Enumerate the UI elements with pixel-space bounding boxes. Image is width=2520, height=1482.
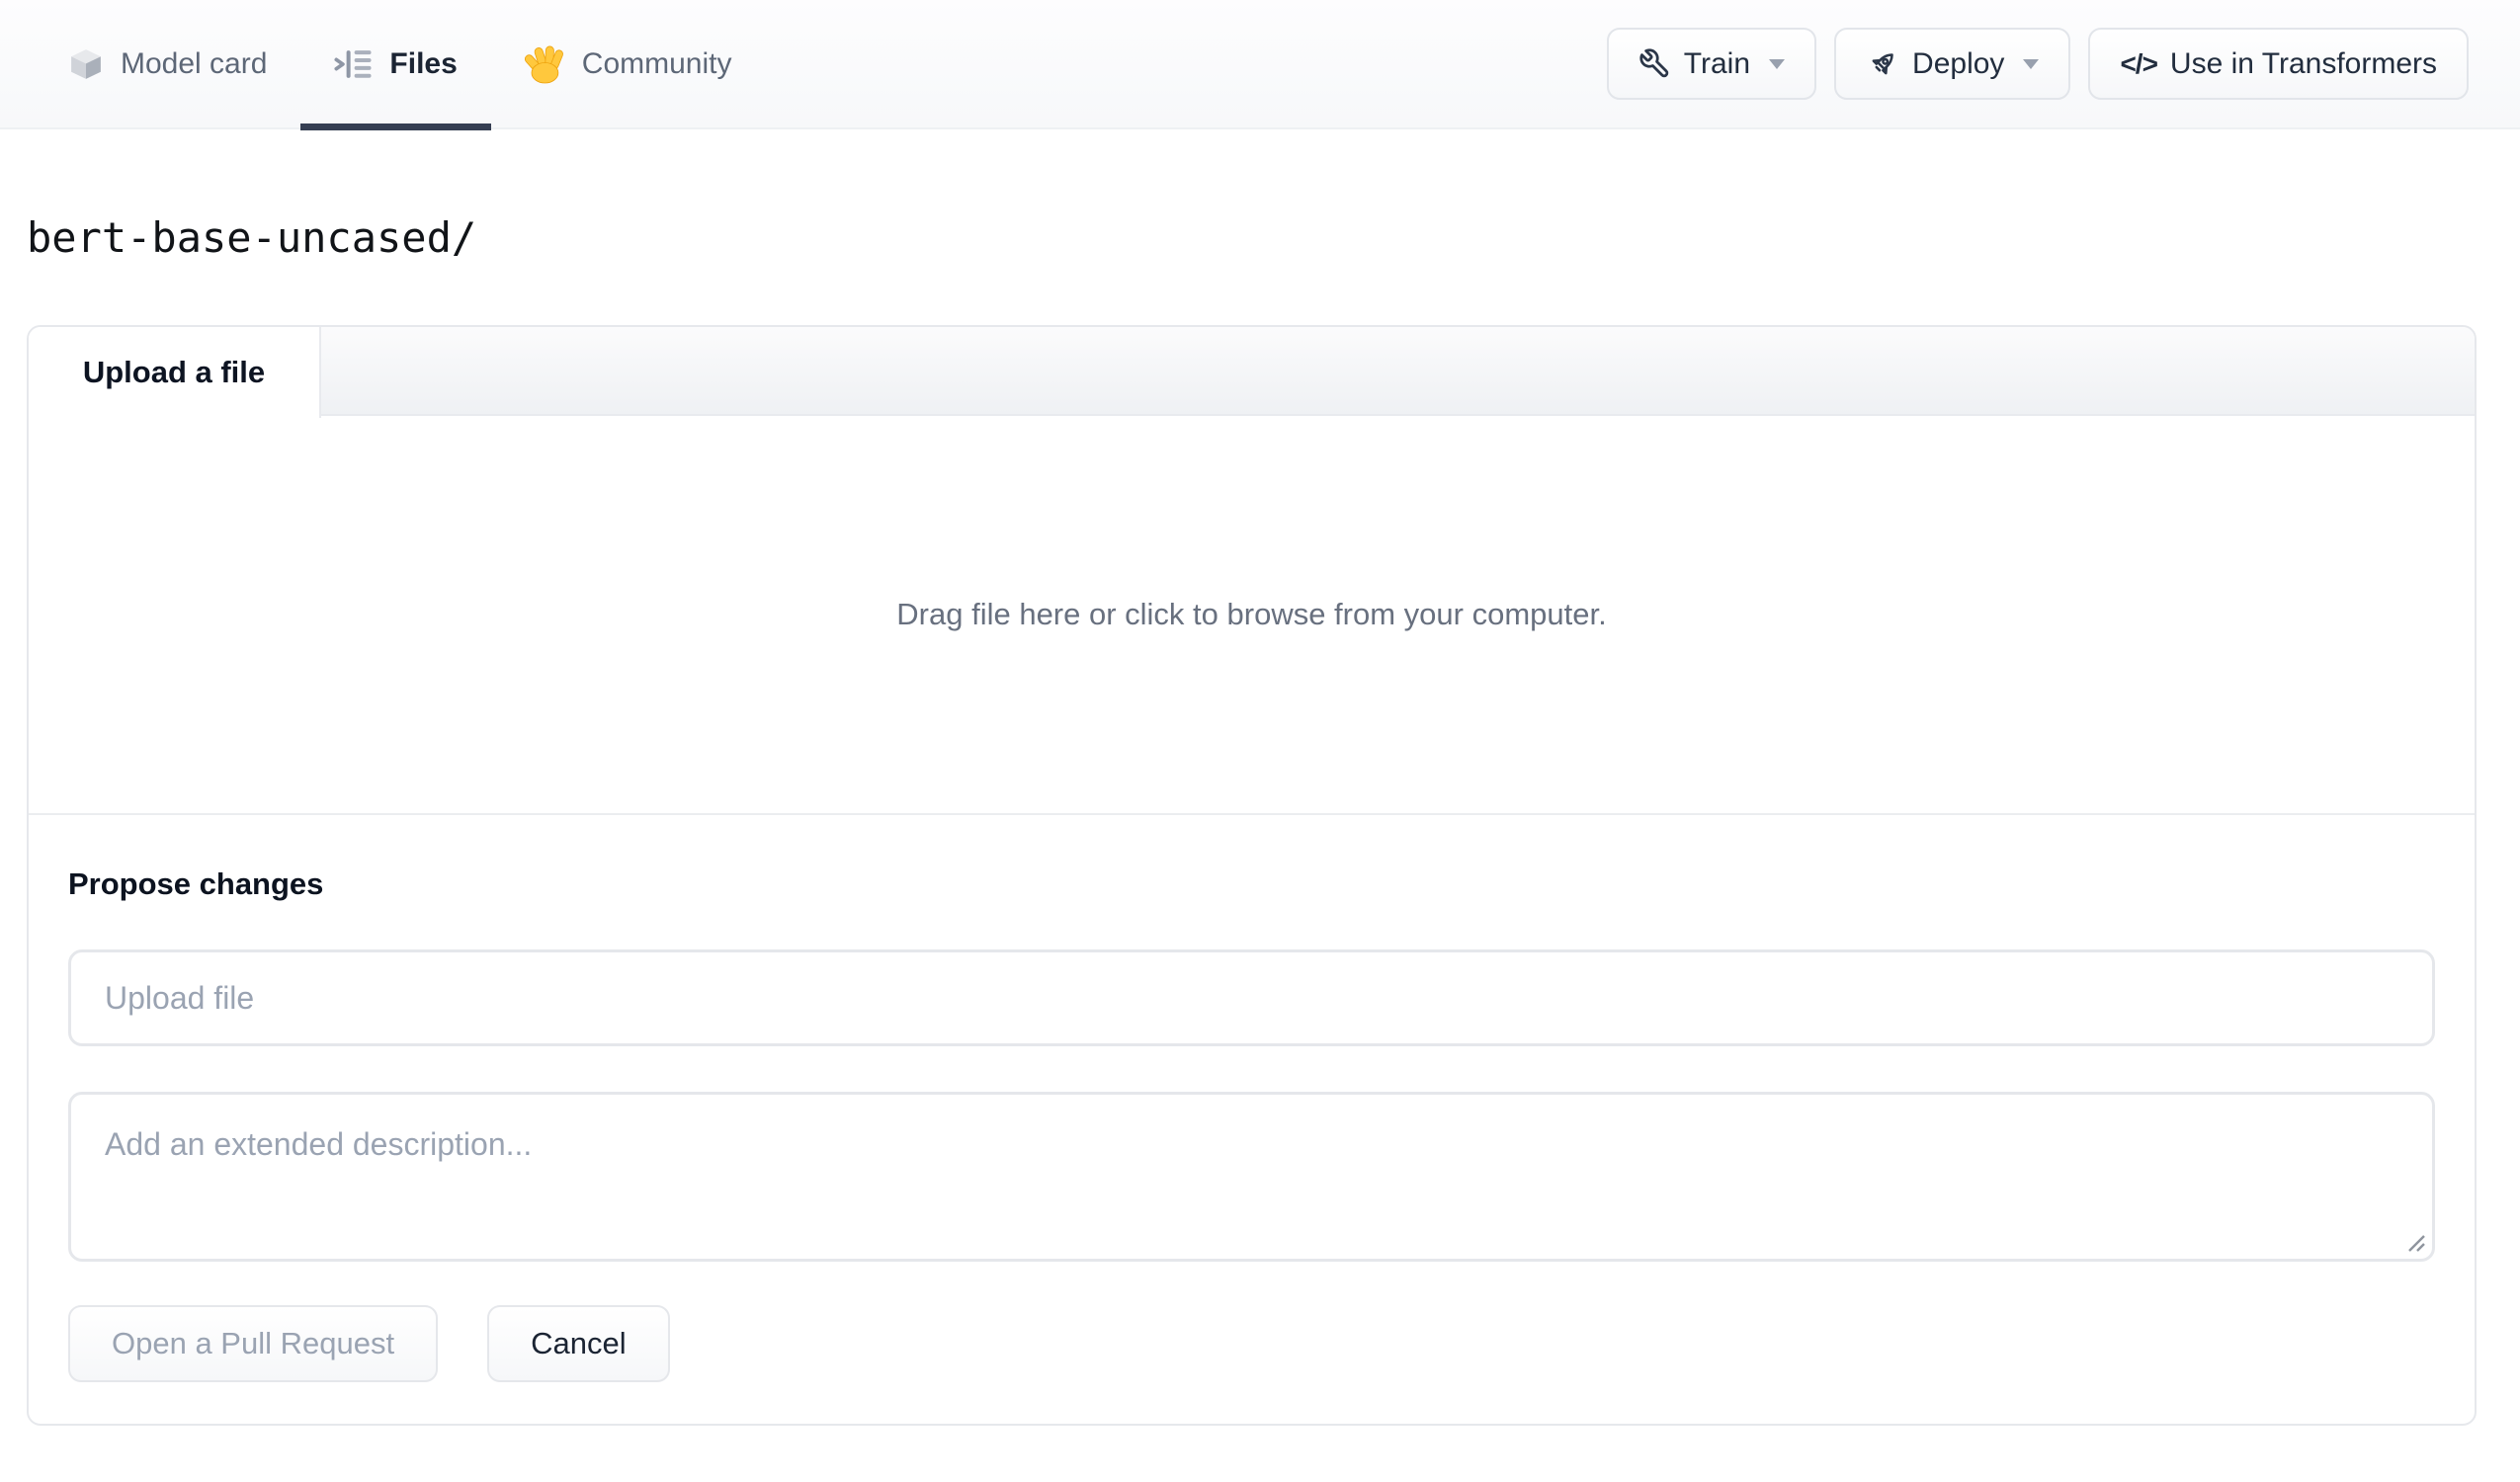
rocket-icon [1866, 47, 1899, 81]
active-tab-indicator [300, 124, 491, 130]
open-pull-request-button[interactable]: Open a Pull Request [68, 1305, 439, 1382]
use-in-transformers-label: Use in Transformers [2169, 46, 2437, 80]
top-navigation: Model card Files Community Train Deploy … [0, 0, 2520, 130]
chevron-down-icon [2023, 58, 2040, 69]
cancel-button[interactable]: Cancel [487, 1305, 670, 1382]
description-field-wrap [68, 1092, 2435, 1262]
tab-model-card-label: Model card [121, 46, 268, 80]
chevron-down-icon [1769, 58, 1786, 69]
files-icon [334, 47, 374, 81]
tab-upload-a-file-label: Upload a file [82, 355, 266, 389]
dropzone-hint-text: Drag file here or click to browse from y… [896, 597, 1607, 631]
tab-upload-a-file[interactable]: Upload a file [29, 327, 321, 418]
resize-handle[interactable] [2400, 1227, 2426, 1253]
form-actions: Open a Pull Request Cancel [68, 1305, 2435, 1382]
filename-input[interactable] [68, 949, 2435, 1046]
propose-changes-section: Propose changes Open a Pull Request Canc… [29, 815, 2475, 1424]
tab-community-label: Community [581, 46, 732, 80]
waving-hand-icon [524, 43, 566, 85]
repo-action-buttons: Train Deploy </> Use in Transformers [1606, 28, 2469, 100]
propose-changes-heading: Propose changes [68, 866, 324, 901]
train-button[interactable]: Train [1606, 28, 1817, 100]
description-textarea[interactable] [68, 1092, 2435, 1262]
tab-files[interactable]: Files [300, 0, 491, 130]
repo-tabs: Model card Files Community [67, 0, 766, 130]
deploy-button[interactable]: Deploy [1834, 28, 2071, 100]
file-dropzone[interactable]: Drag file here or click to browse from y… [29, 416, 2475, 815]
wrench-icon [1638, 47, 1671, 80]
upload-card: Upload a file Drag file here or click to… [27, 325, 2477, 1426]
upload-card-tabbar: Upload a file [29, 327, 2475, 418]
deploy-button-label: Deploy [1912, 46, 2005, 80]
train-button-label: Train [1683, 46, 1751, 80]
tab-community[interactable]: Community [491, 0, 766, 128]
cube-icon [67, 45, 105, 83]
tab-files-label: Files [389, 46, 458, 80]
breadcrumb[interactable]: bert-base-uncased/ [27, 214, 476, 262]
tab-model-card[interactable]: Model card [67, 0, 300, 128]
use-in-transformers-button[interactable]: </> Use in Transformers [2088, 28, 2469, 100]
